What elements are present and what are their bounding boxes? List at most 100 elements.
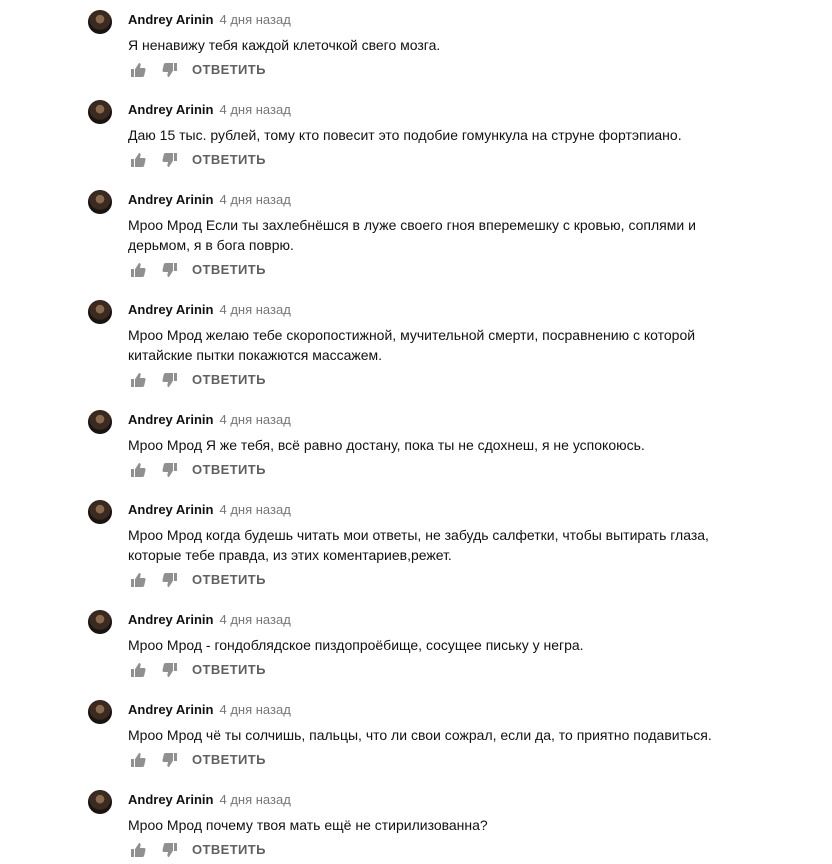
comment-actions: ОТВЕТИТЬ: [128, 750, 266, 770]
comment-header: Andrey Arinin 4 дня назад: [128, 502, 291, 518]
comment-item: Andrey Arinin 4 дня назад Мроо Мрод Если …: [0, 184, 832, 277]
avatar[interactable]: [88, 10, 112, 34]
thumb-up-icon: [131, 153, 146, 167]
comment-actions: ОТВЕТИТЬ: [128, 840, 266, 860]
thumb-up-icon: [131, 373, 146, 387]
author-name[interactable]: Andrey Arinin: [128, 192, 213, 207]
thumb-up-icon: [131, 663, 146, 677]
author-name[interactable]: Andrey Arinin: [128, 12, 213, 27]
author-name[interactable]: Andrey Arinin: [128, 412, 213, 427]
thumb-up-icon: [131, 843, 146, 857]
avatar[interactable]: [88, 500, 112, 524]
comment-item: Andrey Arinin 4 дня назад Мроо Мрод почем…: [0, 784, 832, 864]
comment-time[interactable]: 4 дня назад: [219, 412, 290, 427]
avatar[interactable]: [88, 700, 112, 724]
comment-text: Я ненавижу тебя каждой клеточкой свего м…: [128, 37, 441, 53]
comment-actions: ОТВЕТИТЬ: [128, 460, 266, 480]
thumb-down-icon: [162, 843, 177, 857]
comment-time[interactable]: 4 дня назад: [219, 192, 290, 207]
dislike-button[interactable]: [160, 460, 180, 480]
reply-button[interactable]: ОТВЕТИТЬ: [192, 570, 266, 590]
comment-actions: ОТВЕТИТЬ: [128, 150, 266, 170]
reply-button[interactable]: ОТВЕТИТЬ: [192, 660, 266, 680]
comment-header: Andrey Arinin 4 дня назад: [128, 302, 291, 318]
comment-text: Мроо Мрод почему твоя мать ещё не стирил…: [128, 817, 488, 833]
comment-header: Andrey Arinin 4 дня назад: [128, 612, 291, 628]
thumb-down-icon: [162, 663, 177, 677]
like-button[interactable]: [128, 150, 148, 170]
comment-text: Мроо Мрод чё ты солчишь, пальцы, что ли …: [128, 727, 712, 743]
avatar[interactable]: [88, 790, 112, 814]
reply-button[interactable]: ОТВЕТИТЬ: [192, 840, 266, 860]
author-name[interactable]: Andrey Arinin: [128, 702, 213, 717]
thumb-up-icon: [131, 263, 146, 277]
comment-time[interactable]: 4 дня назад: [219, 302, 290, 317]
comment-text: Мроо Мрод Если ты захлебнёшся в луже сво…: [128, 217, 696, 253]
reply-button[interactable]: ОТВЕТИТЬ: [192, 260, 266, 280]
thumb-up-icon: [131, 463, 146, 477]
dislike-button[interactable]: [160, 150, 180, 170]
thumb-up-icon: [131, 573, 146, 587]
comment-text: Мроо Мрод Я же тебя, всё равно достану, …: [128, 437, 645, 453]
comment-text: Мроо Мрод когда будешь читать мои ответы…: [128, 527, 709, 563]
comment-item: Andrey Arinin 4 дня назад Мроо Мрод чё ты…: [0, 694, 832, 774]
dislike-button[interactable]: [160, 60, 180, 80]
thumb-down-icon: [162, 153, 177, 167]
dislike-button[interactable]: [160, 660, 180, 680]
reply-button[interactable]: ОТВЕТИТЬ: [192, 60, 266, 80]
like-button[interactable]: [128, 370, 148, 390]
comment-header: Andrey Arinin 4 дня назад: [128, 12, 291, 28]
like-button[interactable]: [128, 260, 148, 280]
reply-button[interactable]: ОТВЕТИТЬ: [192, 370, 266, 390]
reply-button[interactable]: ОТВЕТИТЬ: [192, 460, 266, 480]
thumb-up-icon: [131, 63, 146, 77]
author-name[interactable]: Andrey Arinin: [128, 302, 213, 317]
comment-text: Мроо Мрод - гондоблядское пиздопроёбище,…: [128, 637, 584, 653]
thumb-up-icon: [131, 753, 146, 767]
avatar[interactable]: [88, 100, 112, 124]
author-name[interactable]: Andrey Arinin: [128, 102, 213, 117]
author-name[interactable]: Andrey Arinin: [128, 612, 213, 627]
comment-item: Andrey Arinin 4 дня назад Мроо Мрод Я же …: [0, 404, 832, 484]
comment-text: Даю 15 тыс. рублей, тому кто повесит это…: [128, 127, 682, 143]
comment-header: Andrey Arinin 4 дня назад: [128, 192, 291, 208]
avatar[interactable]: [88, 610, 112, 634]
comment-time[interactable]: 4 дня назад: [219, 502, 290, 517]
comment-header: Andrey Arinin 4 дня назад: [128, 412, 291, 428]
avatar[interactable]: [88, 410, 112, 434]
dislike-button[interactable]: [160, 370, 180, 390]
comment-header: Andrey Arinin 4 дня назад: [128, 792, 291, 808]
thumb-down-icon: [162, 463, 177, 477]
dislike-button[interactable]: [160, 840, 180, 860]
comment-actions: ОТВЕТИТЬ: [128, 570, 266, 590]
like-button[interactable]: [128, 750, 148, 770]
comment-time[interactable]: 4 дня назад: [219, 102, 290, 117]
reply-button[interactable]: ОТВЕТИТЬ: [192, 150, 266, 170]
like-button[interactable]: [128, 570, 148, 590]
like-button[interactable]: [128, 60, 148, 80]
reply-button[interactable]: ОТВЕТИТЬ: [192, 750, 266, 770]
comment-time[interactable]: 4 дня назад: [219, 792, 290, 807]
thumb-down-icon: [162, 573, 177, 587]
comment-item: Andrey Arinin 4 дня назад Мроо Мрод - гон…: [0, 604, 832, 684]
like-button[interactable]: [128, 840, 148, 860]
thumb-down-icon: [162, 373, 177, 387]
avatar[interactable]: [88, 190, 112, 214]
avatar[interactable]: [88, 300, 112, 324]
dislike-button[interactable]: [160, 570, 180, 590]
comment-item: Andrey Arinin 4 дня назад Мроо Мрод когда…: [0, 494, 832, 587]
thumb-down-icon: [162, 753, 177, 767]
thumb-down-icon: [162, 263, 177, 277]
comment-text: Мроо Мрод желаю тебе скоропостижной, муч…: [128, 327, 696, 363]
like-button[interactable]: [128, 660, 148, 680]
comment-actions: ОТВЕТИТЬ: [128, 260, 266, 280]
dislike-button[interactable]: [160, 260, 180, 280]
comment-time[interactable]: 4 дня назад: [219, 702, 290, 717]
comment-item: Andrey Arinin 4 дня назад Мроо Мрод желаю…: [0, 294, 832, 387]
comment-time[interactable]: 4 дня назад: [219, 12, 290, 27]
author-name[interactable]: Andrey Arinin: [128, 502, 213, 517]
comment-time[interactable]: 4 дня назад: [219, 612, 290, 627]
dislike-button[interactable]: [160, 750, 180, 770]
like-button[interactable]: [128, 460, 148, 480]
author-name[interactable]: Andrey Arinin: [128, 792, 213, 807]
